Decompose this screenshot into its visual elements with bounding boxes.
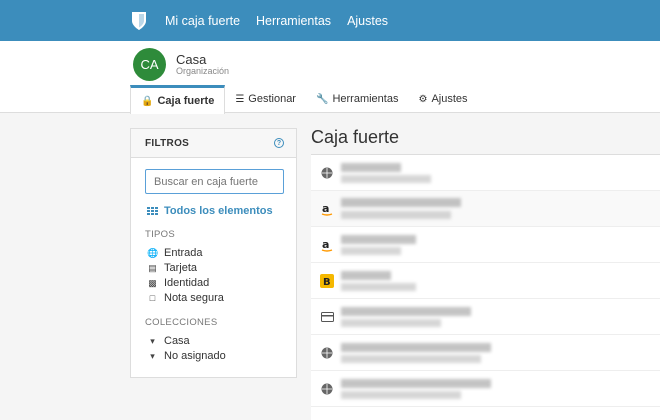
filter-label: Nota segura <box>164 292 224 304</box>
redacted-name <box>341 198 461 207</box>
tab-tools[interactable]: 🔧 Herramientas <box>306 85 408 113</box>
cogs-icon: ⚙ <box>418 93 428 105</box>
filter-type-card[interactable]: ▤ Tarjeta <box>147 262 197 274</box>
filter-collection-casa[interactable]: ▾ Casa <box>147 335 190 347</box>
filters-panel: FILTROS ? Todos los elementos TIPOS 🌐 En… <box>130 128 297 378</box>
tab-label: Ajustes <box>431 93 468 105</box>
top-navbar: Mi caja fuerte Herramientas Ajustes <box>0 0 660 41</box>
caret-down-icon: ▾ <box>150 350 155 361</box>
search-input[interactable] <box>145 169 284 194</box>
note-icon: □ <box>149 293 156 303</box>
redacted-username <box>341 391 461 399</box>
filter-label: Entrada <box>164 247 203 259</box>
filter-collection-unassigned[interactable]: ▾ No asignado <box>147 350 226 362</box>
org-tabs: 🔒 Caja fuerte ☰ Gestionar 🔧 Herramientas… <box>130 85 478 114</box>
tab-vault[interactable]: 🔒 Caja fuerte <box>130 85 226 114</box>
collections-heading: COLECCIONES <box>145 317 218 328</box>
bank-logo-icon: B <box>319 273 335 289</box>
redacted-name <box>341 343 491 352</box>
filters-title: FILTROS <box>145 137 190 149</box>
filter-label: Casa <box>164 335 190 347</box>
org-name: Casa <box>176 52 207 67</box>
filters-header: FILTROS ? <box>131 129 296 158</box>
svg-text:a: a <box>322 202 329 215</box>
redacted-name <box>341 163 401 172</box>
globe-icon <box>319 165 335 181</box>
list-item[interactable]: a <box>311 227 660 263</box>
list-item[interactable] <box>311 335 660 371</box>
caret-down-icon: ▾ <box>150 335 155 346</box>
tab-label: Gestionar <box>248 93 296 105</box>
list-item[interactable] <box>311 371 660 407</box>
redacted-name <box>341 379 491 388</box>
redacted-name <box>341 235 416 244</box>
all-items-label: Todos los elementos <box>164 205 273 217</box>
help-icon[interactable]: ? <box>274 138 284 148</box>
grid-icon <box>147 207 158 215</box>
amazon-icon: a <box>319 201 335 217</box>
redacted-username <box>341 319 441 327</box>
bitwarden-shield-icon[interactable] <box>131 11 147 31</box>
redacted-name <box>341 307 471 316</box>
page-title: Caja fuerte <box>311 127 400 147</box>
filter-label: Tarjeta <box>164 262 198 274</box>
amazon-icon: a <box>319 237 335 253</box>
redacted-username <box>341 355 481 363</box>
vault-list: a a B <box>311 154 660 420</box>
filter-type-login[interactable]: 🌐 Entrada <box>147 247 203 259</box>
list-item[interactable] <box>311 155 660 191</box>
types-heading: TIPOS <box>145 229 176 240</box>
filter-label: No asignado <box>164 350 226 362</box>
list-item[interactable]: B <box>311 263 660 299</box>
filter-label: Identidad <box>164 277 210 289</box>
redacted-username <box>341 175 431 183</box>
filter-type-secure-note[interactable]: □ Nota segura <box>147 292 224 304</box>
redacted-username <box>341 247 401 255</box>
globe-icon <box>319 345 335 361</box>
sliders-icon: ☰ <box>235 93 245 105</box>
nav-tools[interactable]: Herramientas <box>256 14 331 28</box>
list-item[interactable]: a <box>311 191 660 227</box>
wrench-icon: 🔧 <box>315 93 329 105</box>
redacted-username <box>341 211 451 219</box>
tab-manage[interactable]: ☰ Gestionar <box>225 85 306 113</box>
svg-text:B: B <box>323 277 331 288</box>
nav-settings[interactable]: Ajustes <box>347 14 388 28</box>
organization-header: CA Casa Organización 🔒 Caja fuerte ☰ Ges… <box>0 41 660 114</box>
filter-all-items[interactable]: Todos los elementos <box>147 205 273 217</box>
avatar: CA <box>133 48 166 81</box>
org-type: Organización <box>176 66 230 76</box>
globe-icon: 🌐 <box>147 247 159 258</box>
card-icon <box>319 309 335 325</box>
tab-settings[interactable]: ⚙ Ajustes <box>408 85 477 113</box>
filter-type-identity[interactable]: ▩ Identidad <box>147 277 209 289</box>
tab-label: Caja fuerte <box>157 95 215 107</box>
nav-my-vault[interactable]: Mi caja fuerte <box>165 14 240 28</box>
card-icon: ▤ <box>148 262 157 273</box>
redacted-name <box>341 271 391 280</box>
svg-text:a: a <box>322 238 329 251</box>
list-item[interactable] <box>311 299 660 335</box>
redacted-username <box>341 283 416 291</box>
globe-icon <box>319 381 335 397</box>
lock-icon: 🔒 <box>141 95 154 107</box>
id-card-icon: ▩ <box>148 277 157 288</box>
tab-label: Herramientas <box>332 93 399 105</box>
